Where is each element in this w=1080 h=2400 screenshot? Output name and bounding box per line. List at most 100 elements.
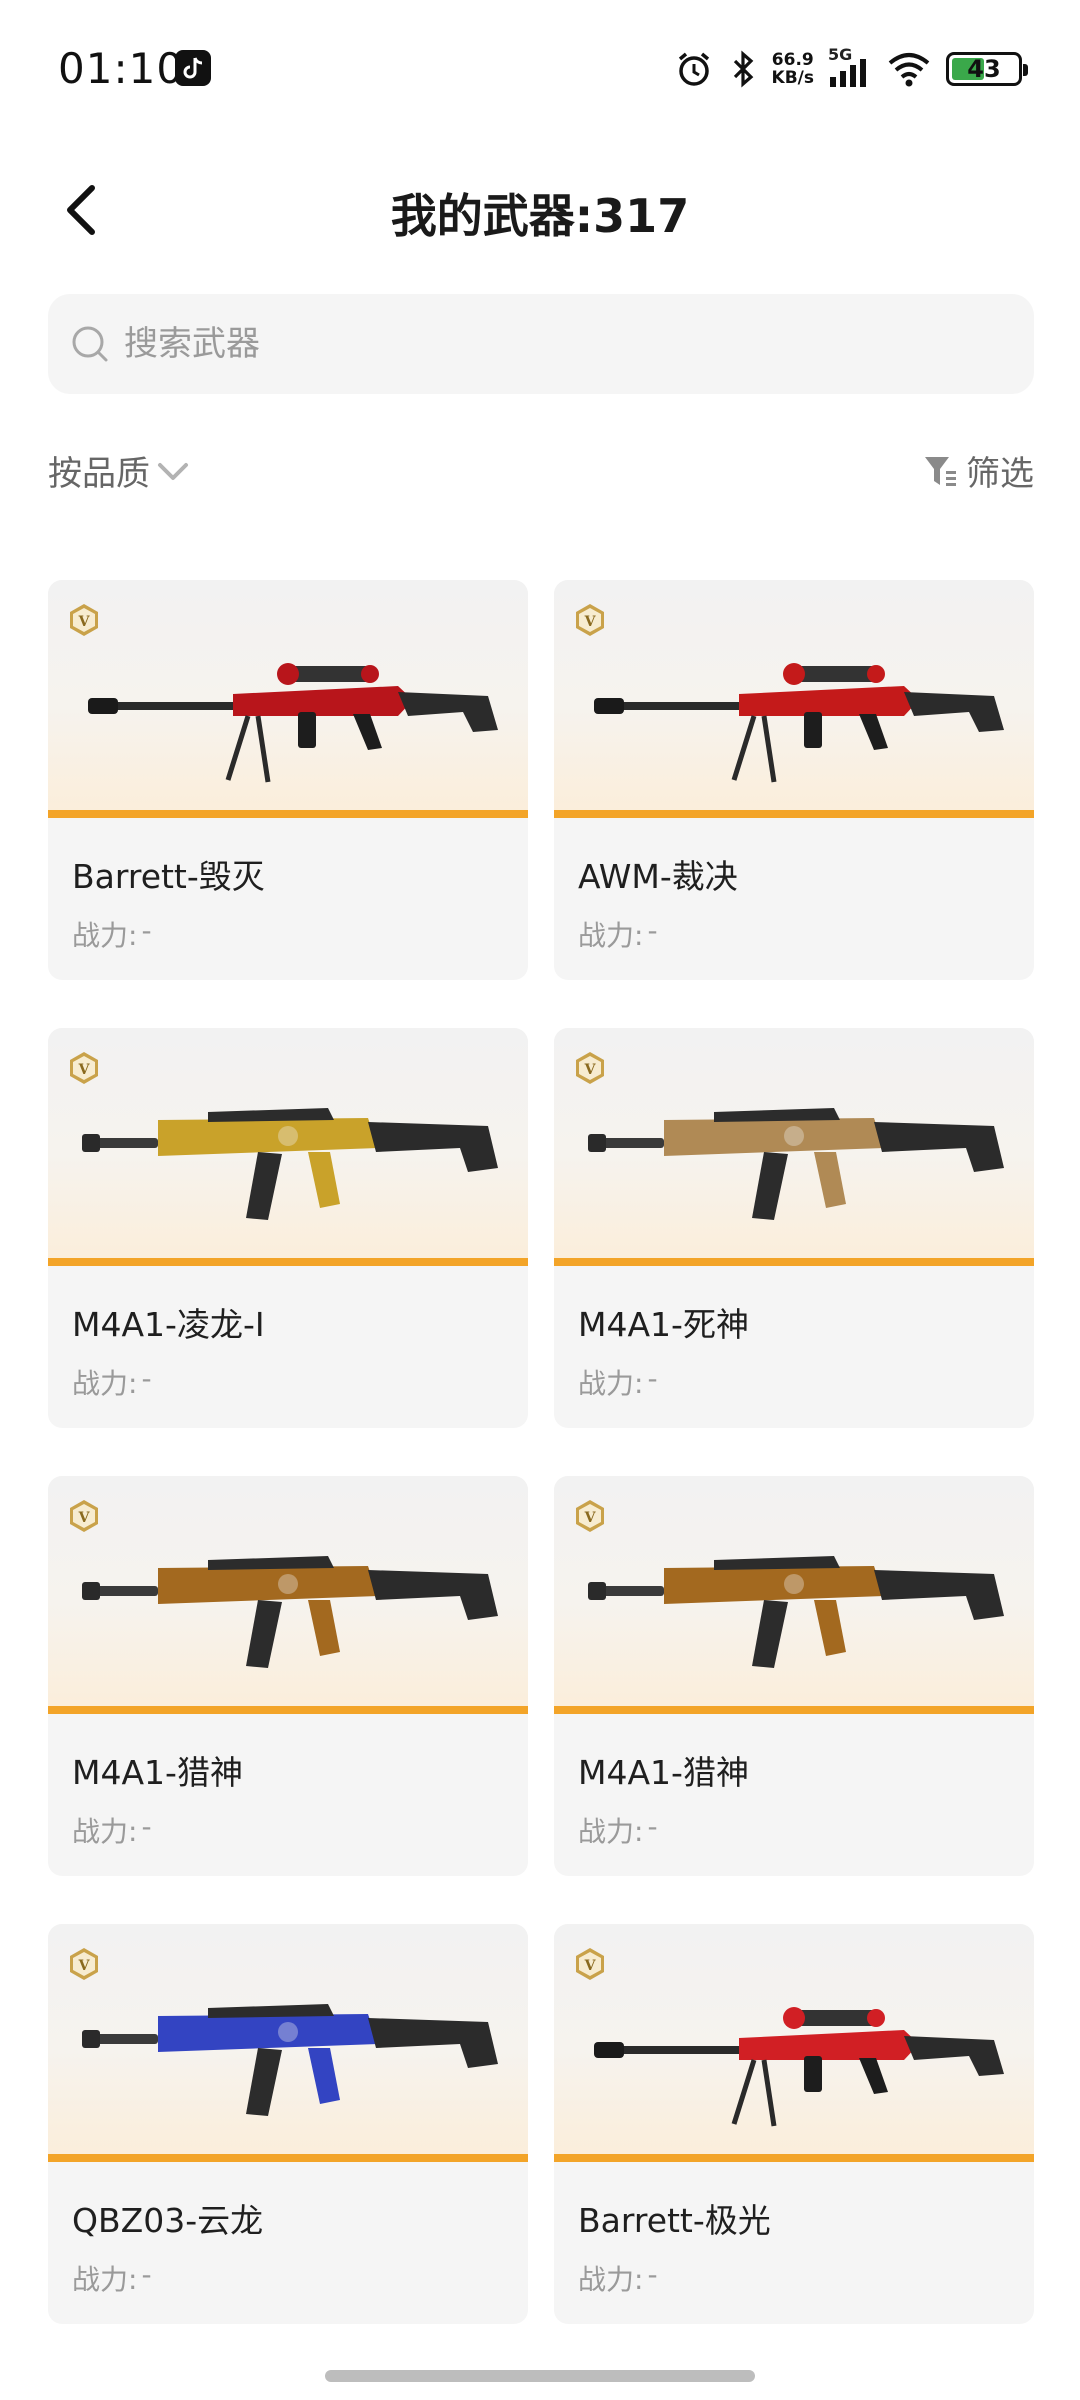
weapon-name: AWM-裁决 <box>578 857 738 896</box>
network-speed: 66.9 KB/s <box>772 51 814 87</box>
status-icons: 66.9 KB/s 5G 43 <box>674 44 1028 94</box>
weapon-power-value: - <box>647 1362 658 1395</box>
weapon-card-4[interactable]: V M4A1-死神 战力: - <box>554 1028 1034 1428</box>
svg-text:V: V <box>78 1958 91 1974</box>
sniper-rifle-icon <box>88 663 498 783</box>
status-time: 01:10 <box>58 44 185 93</box>
weapon-name: Barrett-极光 <box>578 2201 771 2240</box>
weapon-image-area: V <box>48 1924 528 2162</box>
bluetooth-icon <box>733 50 753 88</box>
svg-text:V: V <box>584 1510 597 1526</box>
weapon-power-label: 战力: <box>72 1815 138 1848</box>
weapon-power-value: - <box>141 914 152 947</box>
battery-indicator: 43 <box>946 52 1028 86</box>
assault-rifle-icon <box>82 1556 498 1668</box>
weapon-power-label: 战力: <box>72 2263 138 2296</box>
weapon-image-area: V <box>554 580 1034 818</box>
chevron-down-icon <box>158 462 188 480</box>
weapon-power-label: 战力: <box>72 919 138 952</box>
weapon-card-6[interactable]: V M4A1-猎神 战力: - <box>554 1476 1034 1876</box>
network-speed-value: 66.9 <box>771 50 814 70</box>
sniper-rifle-icon <box>594 2007 1004 2127</box>
grade-badge-icon: V <box>576 1948 604 1980</box>
weapon-grid: V Barrett-毁灭 战力: - V AWM-裁决 战力: - V M4A1… <box>48 580 1034 2324</box>
weapon-name: M4A1-死神 <box>578 1305 749 1344</box>
alarm-icon <box>678 52 709 86</box>
weapon-name: M4A1-凌龙-I <box>72 1305 265 1344</box>
tiktok-notification-icon <box>175 50 211 86</box>
weapon-name: QBZ03-云龙 <box>72 2201 264 2240</box>
weapon-power: 战力: - <box>578 914 658 954</box>
weapons-page: 01:10 66.9 KB/s 5G 43 我的武器:317 搜索武器 按品质 … <box>0 0 1080 2400</box>
weapon-image-area: V <box>48 1476 528 1714</box>
weapon-image-area: V <box>554 1476 1034 1714</box>
grade-badge-icon: V <box>576 1500 604 1532</box>
filter-funnel-icon <box>925 456 956 486</box>
filter-bar: 按品质 筛选 <box>48 440 1034 500</box>
weapon-power: 战力: - <box>578 2258 658 2298</box>
weapon-power: 战力: - <box>578 1810 658 1850</box>
assault-rifle-icon <box>82 1108 498 1220</box>
weapon-power-label: 战力: <box>578 1367 644 1400</box>
search-box[interactable] <box>48 294 1034 394</box>
assault-rifle-icon <box>588 1108 1004 1220</box>
filter-label: 筛选 <box>966 454 1034 494</box>
weapon-power: 战力: - <box>72 914 152 954</box>
weapon-image-area: V <box>48 1028 528 1266</box>
weapon-power-value: - <box>141 2258 152 2291</box>
weapon-power-value: - <box>141 1362 152 1395</box>
weapon-name: M4A1-猎神 <box>72 1753 243 1792</box>
signal-bars-icon <box>830 59 866 87</box>
svg-text:V: V <box>78 614 91 630</box>
wifi-icon <box>888 53 930 87</box>
svg-text:V: V <box>584 1958 597 1974</box>
weapon-card-8[interactable]: V Barrett-极光 战力: - <box>554 1924 1034 2324</box>
sort-label: 按品质 <box>48 454 150 494</box>
battery-level: 43 <box>967 55 1001 83</box>
assault-rifle-icon <box>82 2004 498 2116</box>
weapon-card-5[interactable]: V M4A1-猎神 战力: - <box>48 1476 528 1876</box>
grade-badge-icon: V <box>70 1052 98 1084</box>
weapon-power-value: - <box>141 1810 152 1843</box>
weapon-power: 战力: - <box>72 1810 152 1850</box>
status-bar: 01:10 66.9 KB/s 5G 43 <box>0 0 1080 130</box>
weapon-card-1[interactable]: V Barrett-毁灭 战力: - <box>48 580 528 980</box>
weapon-image-area: V <box>554 1028 1034 1266</box>
network-speed-unit: KB/s <box>771 68 814 88</box>
weapon-card-7[interactable]: V QBZ03-云龙 战力: - <box>48 1924 528 2324</box>
grade-badge-icon: V <box>576 1052 604 1084</box>
weapon-power-value: - <box>647 1810 658 1843</box>
home-indicator[interactable] <box>325 2370 755 2382</box>
header: 我的武器:317 <box>0 160 1080 260</box>
weapon-name: M4A1-猎神 <box>578 1753 749 1792</box>
search-input[interactable] <box>124 324 984 364</box>
weapon-name: Barrett-毁灭 <box>72 857 265 896</box>
weapon-power: 战力: - <box>578 1362 658 1402</box>
weapon-image-area: V <box>554 1924 1034 2162</box>
grade-badge-icon: V <box>70 604 98 636</box>
svg-text:V: V <box>78 1062 91 1078</box>
assault-rifle-icon <box>588 1556 1004 1668</box>
weapon-power-label: 战力: <box>578 1815 644 1848</box>
svg-text:V: V <box>78 1510 91 1526</box>
weapon-power-label: 战力: <box>578 2263 644 2296</box>
filter-button[interactable]: 筛选 <box>922 446 1034 495</box>
svg-text:V: V <box>584 614 597 630</box>
weapon-power: 战力: - <box>72 1362 152 1402</box>
sniper-rifle-icon <box>594 663 1004 783</box>
weapon-card-3[interactable]: V M4A1-凌龙-I 战力: - <box>48 1028 528 1428</box>
search-icon <box>72 326 108 362</box>
weapon-power-label: 战力: <box>72 1367 138 1400</box>
weapon-image-area: V <box>48 580 528 818</box>
weapon-power-value: - <box>647 2258 658 2291</box>
weapon-power-label: 战力: <box>578 919 644 952</box>
weapon-card-2[interactable]: V AWM-裁决 战力: - <box>554 580 1034 980</box>
weapon-power: 战力: - <box>72 2258 152 2298</box>
weapon-power-value: - <box>647 914 658 947</box>
grade-badge-icon: V <box>576 604 604 636</box>
page-title: 我的武器:317 <box>390 189 690 243</box>
grade-badge-icon: V <box>70 1948 98 1980</box>
grade-badge-icon: V <box>70 1500 98 1532</box>
sort-by-quality-dropdown[interactable]: 按品质 <box>48 446 190 495</box>
cellular-signal: 5G <box>828 45 872 89</box>
